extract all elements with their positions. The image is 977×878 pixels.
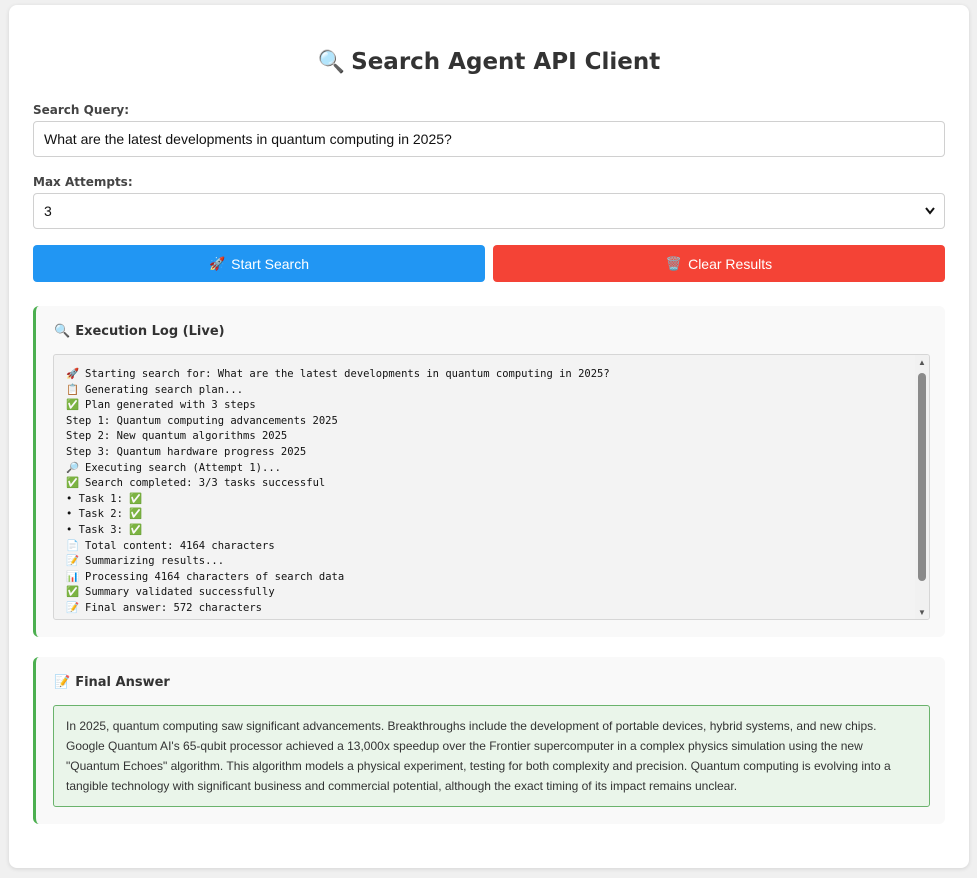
log-line: 📄 Total content: 4164 characters <box>66 539 911 555</box>
search-query-label: Search Query: <box>33 103 130 117</box>
log-status-icon: 🔎 <box>66 461 80 474</box>
final-answer-title-text: Final Answer <box>75 675 170 690</box>
log-line-text: Processing 4164 characters of search dat… <box>85 570 345 583</box>
log-line: Step 2: New quantum algorithms 2025 <box>66 429 911 445</box>
log-scrollbar[interactable]: ▲ ▼ <box>915 355 929 619</box>
log-line-text: Generating search plan... <box>85 383 244 396</box>
log-line: ✅ Summary validated successfully <box>66 585 911 601</box>
log-line-text: Search completed: 3/3 tasks successful <box>85 477 326 490</box>
log-line: ✅ Search completed: 3/3 tasks successful <box>66 476 911 492</box>
log-line-text: Plan generated with 3 steps <box>85 399 256 412</box>
execution-log-panel: 🔍 Execution Log (Live) 🚀 Starting search f… <box>33 306 945 637</box>
log-line: 🚀 Starting search for: What are the lates… <box>66 367 911 383</box>
log-line: 📋 Generating search plan... <box>66 383 911 399</box>
search-query-input[interactable]: What are the latest developments in quan… <box>33 121 945 157</box>
memo-icon: 📝 <box>54 675 71 690</box>
magnifier-icon: 🔍 <box>54 324 71 339</box>
start-search-label: Start Search <box>231 255 309 272</box>
log-status-icon: 📝 <box>66 601 80 614</box>
page-title-text: Search Agent API Client <box>351 49 661 75</box>
start-search-button[interactable]: 🚀 Start Search <box>33 245 485 282</box>
scrollbar-thumb[interactable] <box>918 373 926 581</box>
log-line-text: Summarizing results... <box>85 555 225 568</box>
log-line-text: Step 1: Quantum computing advancements 2… <box>66 414 338 427</box>
log-status-icon: ✅ <box>66 399 80 412</box>
clear-results-label: Clear Results <box>688 255 773 272</box>
final-answer-box: In 2025, quantum computing saw significa… <box>53 705 930 807</box>
log-line: 🔎 Executing search (Attempt 1)... <box>66 461 911 477</box>
scroll-up-arrow-icon[interactable]: ▲ <box>918 358 926 367</box>
log-line: 📊 Processing 4164 characters of search da… <box>66 570 911 586</box>
max-attempts-select[interactable]: 3 <box>33 193 945 229</box>
execution-log-title-text: Execution Log (Live) <box>75 324 225 339</box>
log-status-icon: 📋 <box>66 383 80 396</box>
max-attempts-label: Max Attempts: <box>33 175 133 189</box>
final-answer-panel: 📝 Final Answer In 2025, quantum computing… <box>33 657 945 824</box>
scroll-down-arrow-icon[interactable]: ▼ <box>918 608 926 617</box>
max-attempts-value: 3 <box>44 203 52 219</box>
log-line: Step 3: Quantum hardware progress 2025 <box>66 445 911 461</box>
trash-icon: 🗑️ <box>665 255 683 271</box>
log-status-icon: 🚀 <box>66 368 80 380</box>
log-line-text: • Task 3: ✅ <box>66 523 143 536</box>
log-status-icon: ✅ <box>66 586 80 599</box>
execution-log-box[interactable]: 🚀 Starting search for: What are the lates… <box>53 354 930 620</box>
log-line-text: Executing search (Attempt 1)... <box>85 461 281 474</box>
log-line: • Task 1: ✅ <box>66 492 911 508</box>
chevron-down-icon <box>924 194 936 241</box>
log-line-text: Starting search for: What are the latest… <box>85 368 610 380</box>
log-line: Step 1: Quantum computing advancements 2… <box>66 414 911 430</box>
clear-results-button[interactable]: 🗑️ Clear Results <box>493 245 945 282</box>
log-line-text: Total content: 4164 characters <box>85 539 275 552</box>
main-card: 🔍 Search Agent API Client Search Query: W… <box>9 5 969 868</box>
execution-log-title: 🔍 Execution Log (Live) <box>54 324 225 339</box>
log-line-text: Step 2: New quantum algorithms 2025 <box>66 430 288 443</box>
log-line: • Task 3: ✅ <box>66 523 911 539</box>
log-status-icon: 📊 <box>66 570 80 583</box>
log-status-icon: 📄 <box>66 539 80 552</box>
log-status-icon: 📝 <box>66 555 80 568</box>
log-lines: 🚀 Starting search for: What are the lates… <box>66 367 911 617</box>
page-title: 🔍 Search Agent API Client <box>9 49 969 75</box>
rocket-icon: 🚀 <box>208 255 226 271</box>
log-line: ✅ Plan generated with 3 steps <box>66 398 911 414</box>
log-line-text: • Task 1: ✅ <box>66 492 143 505</box>
log-line-text: Summary validated successfully <box>85 586 275 599</box>
magnifier-icon: 🔍 <box>317 50 346 75</box>
log-line-text: Final answer: 572 characters <box>85 601 263 614</box>
log-line: 📝 Summarizing results... <box>66 554 911 570</box>
log-status-icon: ✅ <box>66 477 80 490</box>
log-line-text: Step 3: Quantum hardware progress 2025 <box>66 445 307 458</box>
log-line: • Task 2: ✅ <box>66 507 911 523</box>
log-line: 📝 Final answer: 572 characters <box>66 601 911 617</box>
final-answer-title: 📝 Final Answer <box>54 675 170 690</box>
log-line-text: • Task 2: ✅ <box>66 508 143 521</box>
